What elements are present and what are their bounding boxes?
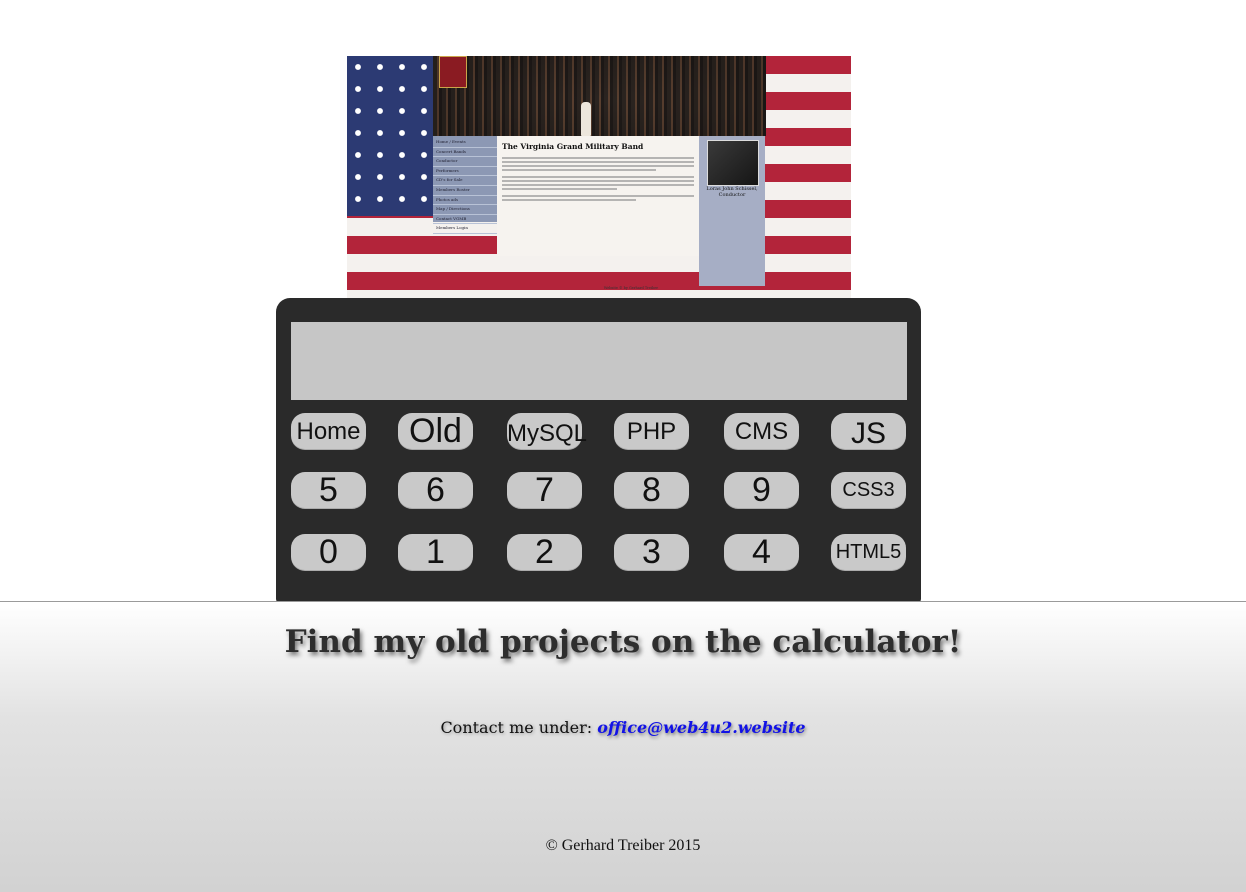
- preview-nav-item: Members Roster: [433, 186, 497, 196]
- old-button[interactable]: Old: [398, 413, 473, 450]
- footer: Find my old projects on the calculator! …: [0, 601, 1246, 892]
- digit-1-button[interactable]: 1: [398, 534, 473, 571]
- page-headline: Find my old projects on the calculator!: [284, 624, 962, 660]
- digit-7-button[interactable]: 7: [507, 472, 582, 509]
- preview-nav-item: Concert Bands: [433, 148, 497, 158]
- conductor-caption: Loras John Schissel, Conductor: [706, 186, 758, 198]
- digit-2-button[interactable]: 2: [507, 534, 582, 571]
- digit-4-button[interactable]: 4: [724, 534, 799, 571]
- preview-nav-item: Performers: [433, 167, 497, 177]
- digit-8-button[interactable]: 8: [614, 472, 689, 509]
- flag-canton: [347, 56, 435, 216]
- digit-9-button[interactable]: 9: [724, 472, 799, 509]
- digit-0-button[interactable]: 0: [291, 534, 366, 571]
- preview-nav-item: CD's for Sale: [433, 176, 497, 186]
- mysql-button[interactable]: MySQL: [507, 413, 587, 450]
- digit-5-button[interactable]: 5: [291, 472, 366, 509]
- band-photo: [433, 56, 766, 136]
- calculator-display: [291, 322, 907, 400]
- php-button[interactable]: PHP: [614, 413, 689, 450]
- preview-site-title: The Virginia Grand Military Band: [502, 142, 644, 151]
- preview-right-column: Loras John Schissel, Conductor: [699, 136, 765, 286]
- digit-3-button[interactable]: 3: [614, 534, 689, 571]
- crest-logo: [439, 56, 467, 88]
- contact-email-link[interactable]: office@web4u2.website: [597, 718, 805, 737]
- conductor-figure: [581, 102, 591, 136]
- home-button[interactable]: Home: [291, 413, 366, 450]
- conductor-portrait: [707, 140, 759, 186]
- preview-nav-item: Members Login: [433, 224, 497, 234]
- preview-nav-item: Contact VGMB: [433, 215, 497, 225]
- html5-button[interactable]: HTML5: [831, 534, 906, 571]
- calculator: Home Old MySQL PHP CMS JS 5 6 7 8 9 CSS3…: [276, 298, 921, 603]
- cms-button[interactable]: CMS: [724, 413, 799, 450]
- copyright: © Gerhard Treiber 2015: [545, 837, 701, 854]
- contact-line: Contact me under: office@web4u2.website: [0, 718, 1246, 737]
- preview-content: The Virginia Grand Military Band: [497, 136, 699, 256]
- digit-6-button[interactable]: 6: [398, 472, 473, 509]
- preview-footer: Website © by Gerhard Treiber: [603, 286, 659, 290]
- preview-nav-item: Map / Directions: [433, 205, 497, 215]
- js-button[interactable]: JS: [831, 413, 906, 450]
- project-preview-image: Home / Events Concert Bands Conductor Pe…: [347, 56, 851, 298]
- preview-nav-item: Conductor: [433, 157, 497, 167]
- contact-label: Contact me under:: [440, 718, 593, 737]
- preview-nav-item: Home / Events: [433, 138, 497, 148]
- preview-nav-item: Photos ads: [433, 196, 497, 206]
- preview-sidebar: Home / Events Concert Bands Conductor Pe…: [433, 136, 497, 234]
- css3-button[interactable]: CSS3: [831, 472, 906, 509]
